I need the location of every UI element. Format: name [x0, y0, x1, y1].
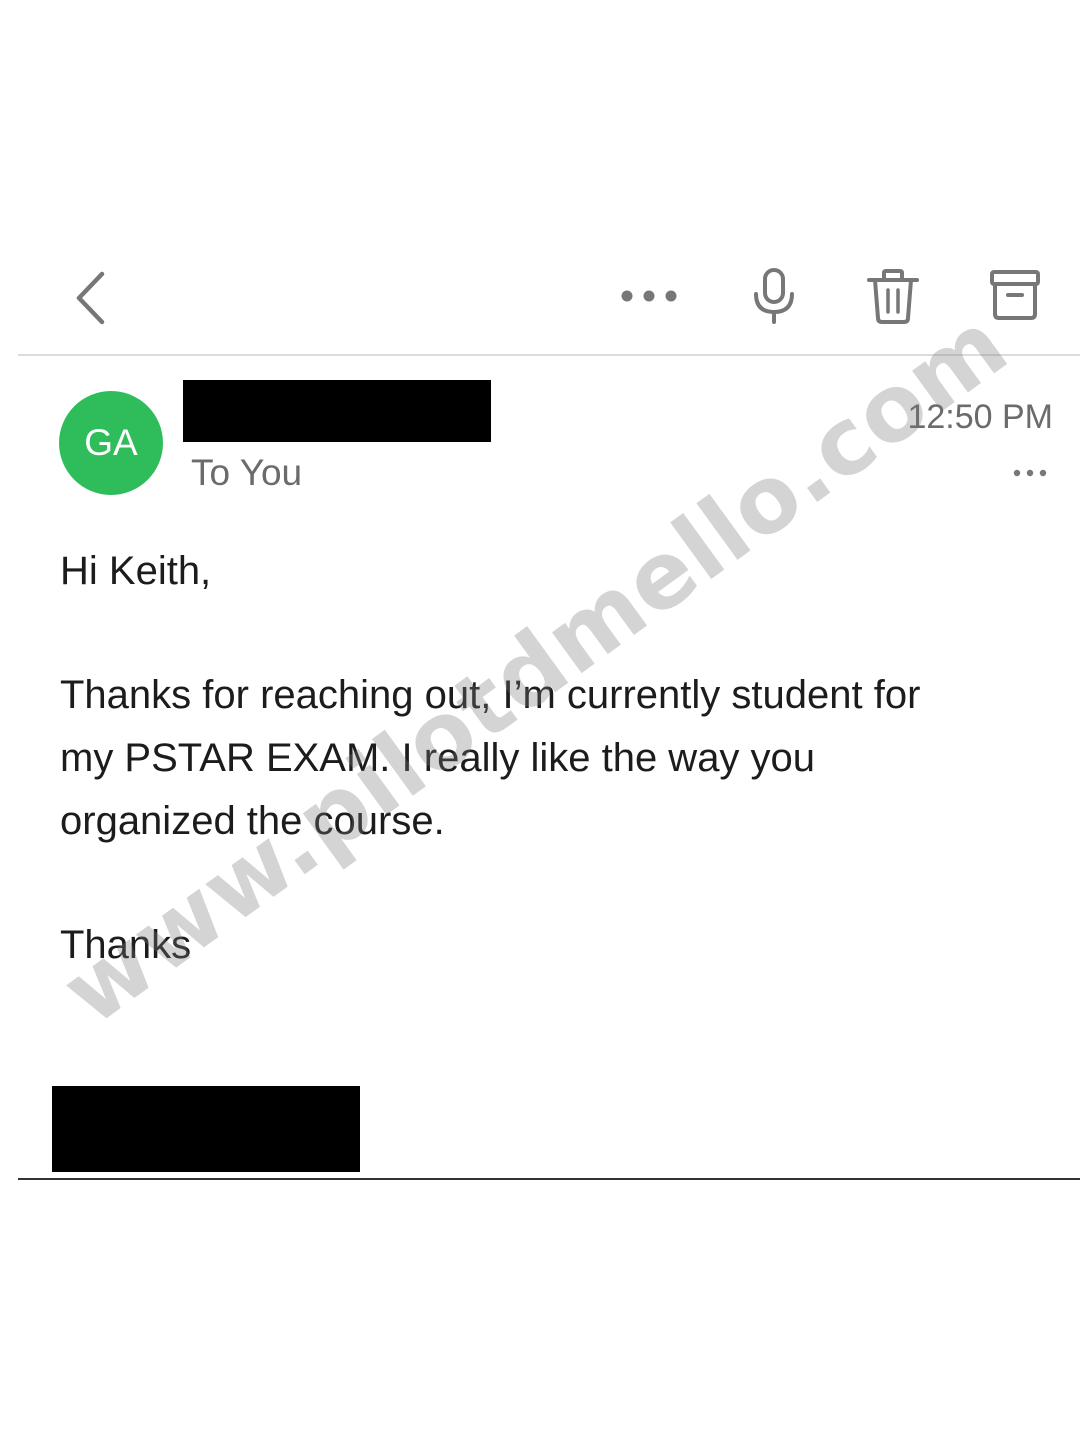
trash-icon[interactable] [864, 266, 922, 326]
email-body-line: my PSTAR EXAM. I really like the way you [60, 736, 816, 780]
email-greeting: Hi Keith, [60, 549, 212, 593]
bottom-divider [18, 1178, 1080, 1180]
toolbar-divider [18, 354, 1080, 356]
sender-avatar[interactable]: GA [59, 391, 163, 495]
avatar-initials: GA [84, 422, 138, 463]
redacted-sender-name [183, 380, 491, 442]
microphone-icon[interactable] [748, 266, 800, 326]
email-signoff: Thanks [60, 923, 192, 967]
message-more-icon[interactable] [1012, 464, 1048, 482]
email-view: GA To You 12:50 PM Hi Keith, Thanks for … [0, 0, 1080, 1440]
back-chevron-icon[interactable] [66, 266, 116, 330]
message-time: 12:50 PM [907, 398, 1053, 436]
email-body-line: organized the course. [60, 799, 445, 843]
archive-icon[interactable] [986, 266, 1044, 324]
recipient-line[interactable]: To You [191, 452, 302, 494]
redacted-signature [52, 1086, 360, 1172]
more-horizontal-icon[interactable] [618, 280, 680, 312]
email-body-line: Thanks for reaching out, I’m currently s… [60, 673, 921, 717]
